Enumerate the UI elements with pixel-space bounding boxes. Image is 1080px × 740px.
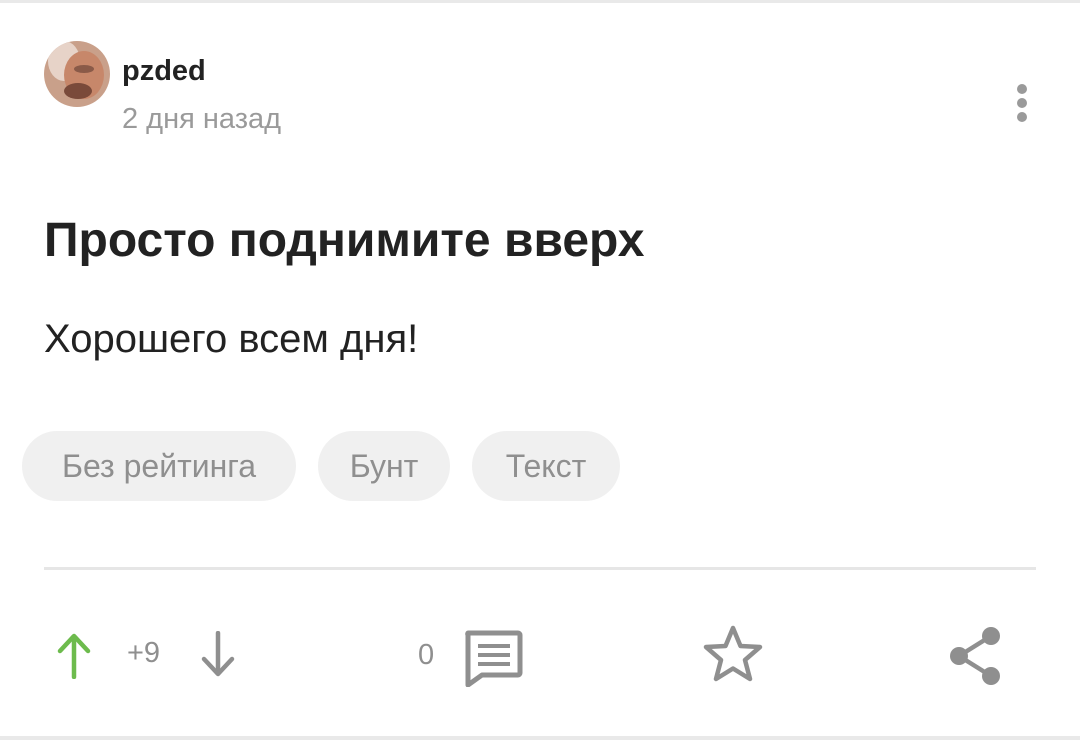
more-vertical-icon[interactable] <box>1006 81 1038 125</box>
tag-chip[interactable]: Без рейтинга <box>22 431 296 501</box>
comment-icon[interactable] <box>462 629 524 688</box>
share-icon[interactable] <box>946 625 1004 687</box>
post-title[interactable]: Просто поднимите вверх <box>44 213 644 268</box>
star-icon[interactable] <box>702 623 764 685</box>
tag-chip[interactable]: Текст <box>472 431 620 501</box>
arrow-up-icon[interactable] <box>56 631 92 680</box>
arrow-down-icon[interactable] <box>200 630 236 679</box>
divider <box>44 567 1036 570</box>
post-time: 2 дня назад <box>122 103 282 135</box>
post-body: Хорошего всем дня! <box>44 317 419 361</box>
rating-count: +9 <box>127 637 161 669</box>
author-name[interactable]: pzded <box>122 55 206 88</box>
avatar[interactable] <box>44 41 110 107</box>
comment-count: 0 <box>418 639 435 671</box>
tag-chip[interactable]: Бунт <box>318 431 450 501</box>
post-card: pzded 2 дня назад Просто поднимите вверх… <box>0 3 1080 736</box>
